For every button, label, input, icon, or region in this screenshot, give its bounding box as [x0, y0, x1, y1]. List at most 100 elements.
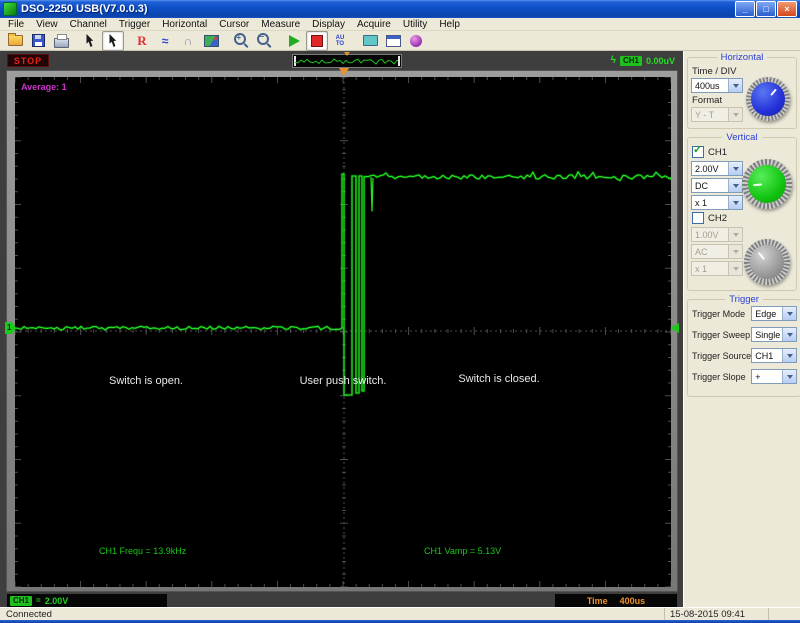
snapshot-button[interactable] [200, 31, 222, 51]
ch1-volts-select[interactable]: 2.00V [691, 161, 743, 176]
start-icon [288, 34, 300, 47]
display-frame: 1 Average: 1 Switch is open. User push sw… [5, 68, 679, 592]
trigger-sweep-label: Trigger Sweep [692, 329, 751, 340]
stop-button[interactable] [306, 30, 328, 51]
time-div-select[interactable]: 400us [691, 78, 743, 93]
help-button[interactable] [405, 31, 427, 51]
ch1-checkbox-row: ✓ CH1 [692, 144, 793, 158]
menu-acquire[interactable]: Acquire [351, 19, 397, 30]
dropdown-arrow-icon[interactable] [782, 370, 797, 383]
zoom-out-button[interactable] [253, 31, 275, 51]
statusbar-spacer [768, 608, 800, 620]
ch1-position-knob[interactable] [742, 159, 792, 209]
auto-setup-button[interactable]: AU TO [329, 31, 351, 51]
ch1-label: CH1 [708, 146, 728, 158]
menu-help[interactable]: Help [433, 19, 466, 30]
trigger-slope-row: Trigger Slope + [692, 369, 798, 384]
close-button[interactable]: × [777, 1, 797, 17]
trigger-level-marker-icon[interactable] [670, 323, 679, 333]
trigger-group-title: Trigger [729, 294, 759, 305]
dropdown-arrow-icon[interactable] [728, 179, 742, 192]
menu-bar: File View Channel Trigger Horizontal Cursor Me… [0, 18, 800, 31]
channel1-status-box: CH1 = 2.00V [7, 594, 167, 607]
horizontal-knob[interactable] [746, 77, 790, 121]
trigger-position-marker-icon[interactable] [339, 68, 349, 76]
ch1-coupling-select[interactable]: DC [691, 178, 743, 193]
cursor-pan-icon [86, 34, 94, 47]
average-label: Average: 1 [21, 82, 67, 92]
trigger-readout: ϟ CH1 0.00uV [611, 54, 675, 67]
maximize-button[interactable]: □ [756, 1, 776, 17]
datetime: 15-08-2015 09:41 [664, 608, 768, 620]
menu-utility[interactable]: Utility [397, 19, 433, 30]
dropdown-arrow-icon[interactable] [728, 196, 742, 209]
zoom-in-button[interactable] [230, 31, 252, 51]
check-icon: ✓ [693, 144, 703, 156]
format-select[interactable]: Y - T [691, 107, 743, 122]
display-mode-button[interactable] [359, 31, 381, 51]
trigger-slope-select[interactable]: + [751, 369, 798, 384]
menu-trigger[interactable]: Trigger [113, 19, 156, 30]
cursor-select-icon [109, 34, 117, 47]
menu-display[interactable]: Display [306, 19, 351, 30]
channel1-volts-div: 2.00V [44, 595, 69, 606]
trigger-sweep-select[interactable]: Single [751, 327, 798, 342]
multi-window-button[interactable] [382, 31, 404, 51]
ch1-checkbox[interactable]: ✓ [692, 144, 704, 158]
stop-icon [311, 34, 323, 47]
dropdown-arrow-icon[interactable] [728, 79, 742, 92]
open-button[interactable] [4, 31, 26, 51]
toolbar: R ≈ ∩ AU TO [0, 30, 800, 51]
open-icon [7, 33, 23, 46]
trigger-source-select[interactable]: CH1 [751, 348, 798, 363]
dropdown-arrow-icon[interactable] [782, 349, 797, 362]
menu-channel[interactable]: Channel [64, 19, 113, 30]
ch2-volts-select[interactable]: 1.00V [691, 227, 743, 242]
cursor-select-button[interactable] [102, 30, 124, 51]
print-button[interactable] [50, 31, 72, 51]
minimize-button[interactable]: _ [735, 1, 755, 17]
main-area: STOP ϟ CH1 0.00uV 1 Average: 1 Switch is… [0, 51, 800, 607]
trigger-mode-row: Trigger Mode Edge [692, 306, 798, 321]
refresh-r-button[interactable]: R [131, 31, 153, 51]
menu-file[interactable]: File [2, 19, 30, 30]
measurement-1: CH1 Frequ = 13.9kHz [99, 546, 187, 556]
trigger-channel-badge: CH1 [619, 55, 642, 66]
control-panel: Horizontal Time / DIV 400us Format Y - T… [683, 51, 800, 607]
ch2-checkbox-row: CH2 [692, 212, 793, 224]
annotation-2: User push switch. [299, 375, 387, 387]
ch2-probe-select[interactable]: x 1 [691, 261, 743, 276]
trigger-source-label: Trigger Source [692, 350, 752, 361]
trigger-bolt-icon: ϟ [610, 55, 616, 66]
menu-horizontal[interactable]: Horizontal [156, 19, 213, 30]
run-status-badge: STOP [7, 54, 49, 67]
timebase-status-box: Time 400us [555, 594, 677, 607]
start-button[interactable] [283, 31, 305, 51]
horizontal-group: Horizontal Time / DIV 400us Format Y - T [687, 52, 797, 129]
magnet-button[interactable]: ∩ [177, 31, 199, 51]
dropdown-arrow-icon[interactable] [782, 307, 797, 320]
save-icon [31, 34, 45, 47]
cursor-pan-button[interactable] [79, 31, 101, 51]
trigger-level-value: 0.00uV [645, 55, 675, 66]
waveform-overview[interactable] [292, 52, 402, 68]
ch1-probe-select[interactable]: x 1 [691, 195, 743, 210]
overview-trace [295, 58, 401, 65]
math-waveform-button[interactable]: ≈ [154, 31, 176, 51]
ch2-checkbox[interactable] [692, 212, 704, 224]
menu-measure[interactable]: Measure [255, 19, 306, 30]
menu-cursor[interactable]: Cursor [213, 19, 255, 30]
trigger-mode-select[interactable]: Edge [751, 306, 798, 321]
dropdown-arrow-icon[interactable] [782, 328, 797, 341]
title-bar: DSO-2250 USB(V7.0.0.3) _ □ × [0, 0, 800, 18]
save-button[interactable] [27, 31, 49, 51]
print-icon [53, 33, 69, 48]
refresh-r-icon: R [137, 33, 147, 48]
trigger-mode-label: Trigger Mode [692, 308, 746, 319]
dropdown-arrow-icon[interactable] [728, 162, 742, 175]
menu-view[interactable]: View [30, 19, 64, 30]
ch2-position-knob[interactable] [744, 239, 790, 285]
connection-status: Connected [6, 608, 52, 620]
annotation-3: Switch is closed. [458, 373, 540, 385]
ch2-coupling-select[interactable]: AC [691, 244, 743, 259]
